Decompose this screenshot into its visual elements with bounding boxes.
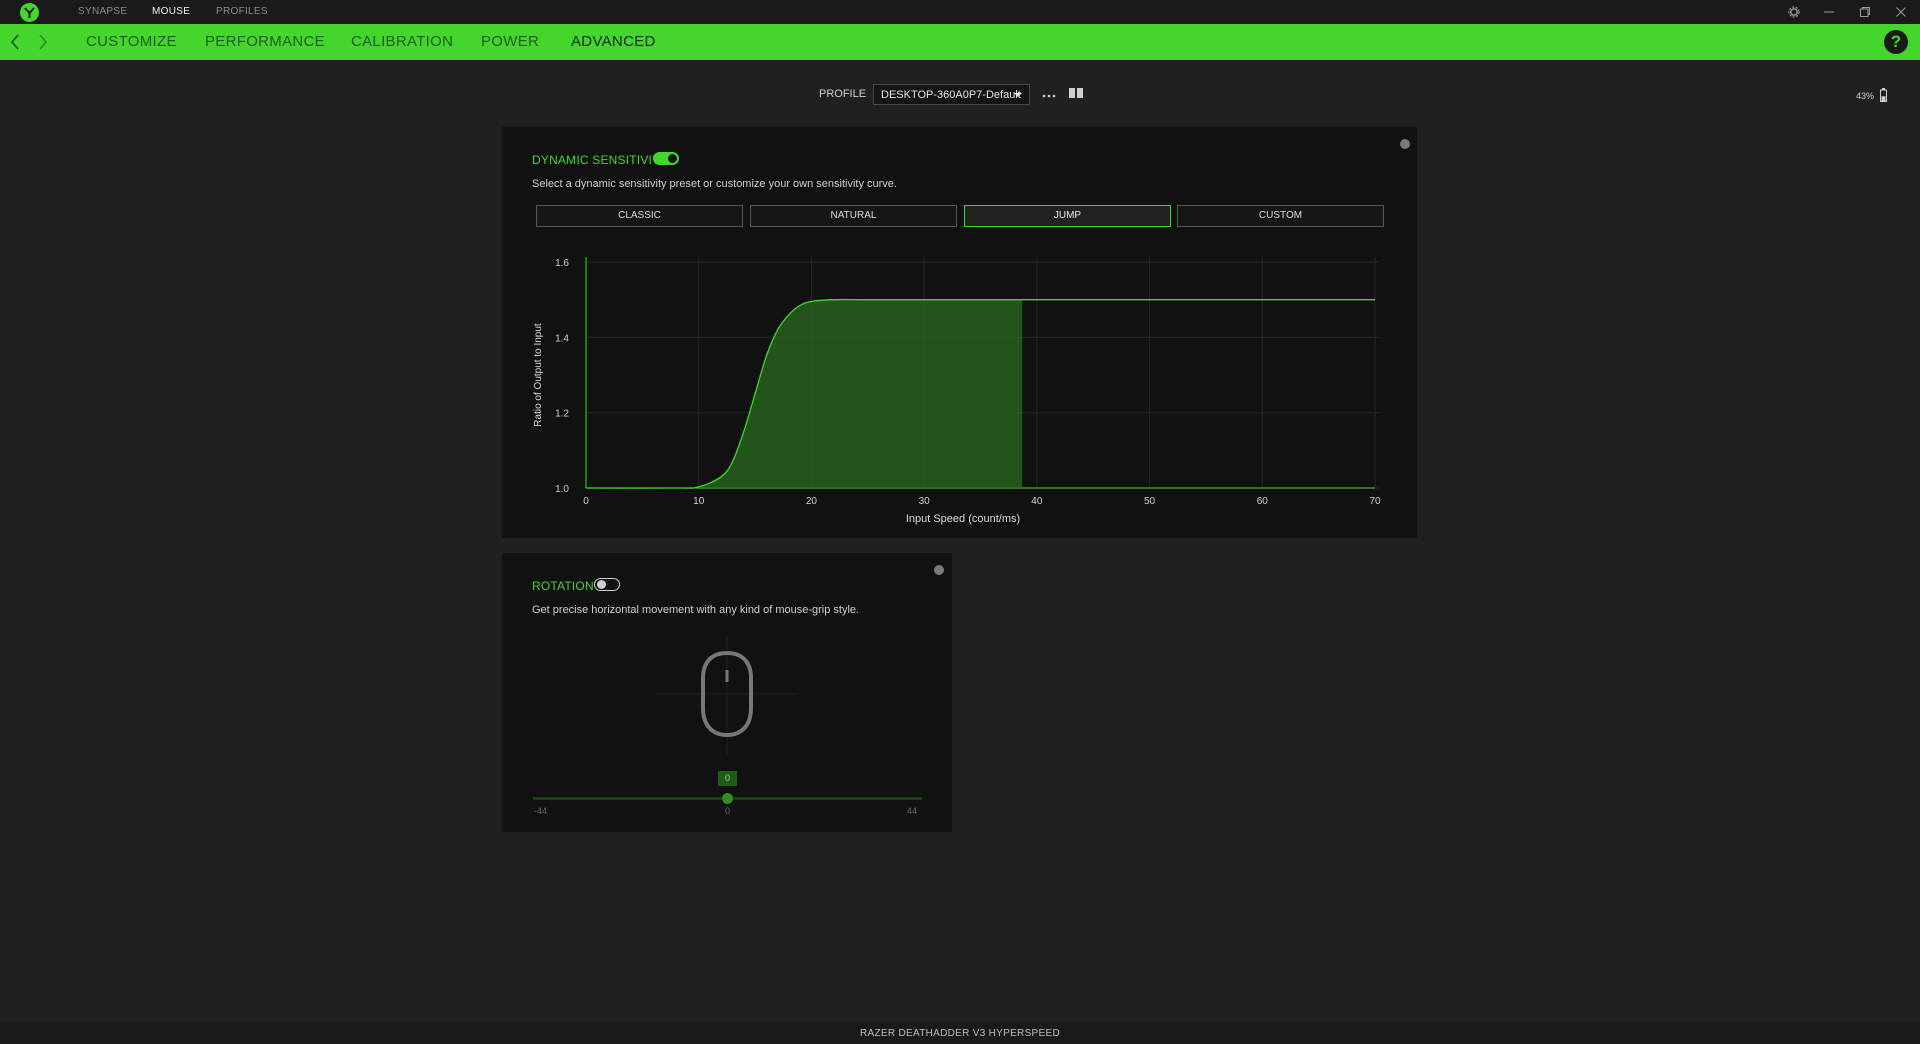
minimize-icon[interactable] <box>1820 3 1838 21</box>
preset-classic-button[interactable]: CLASSIC <box>536 205 743 227</box>
rotation-min-label: -44 <box>534 806 548 816</box>
help-icon[interactable]: ? <box>1884 30 1908 54</box>
close-icon[interactable] <box>1892 3 1910 21</box>
tab-power[interactable]: POWER <box>481 33 539 50</box>
rotation-value-badge: 0 <box>718 771 737 786</box>
sensitivity-curve-chart[interactable]: 0 10 20 30 40 50 60 70 1.0 1.2 1.4 1.6 Input Speed … <box>502 245 1402 530</box>
info-icon[interactable] <box>1400 139 1410 149</box>
nav-bar: CUSTOMIZE PERFORMANCE CALIBRATION POWER … <box>0 24 1920 60</box>
battery-icon <box>1880 88 1887 102</box>
tab-customize[interactable]: CUSTOMIZE <box>86 33 177 50</box>
profile-label: PROFILE <box>819 88 867 100</box>
profile-dropdown[interactable]: DESKTOP-360A0P7-Default <box>873 84 1030 105</box>
dynamic-sensitivity-title: DYNAMIC SENSITIVITY <box>532 153 668 167</box>
tab-profiles[interactable]: PROFILES <box>216 6 268 17</box>
x-tick-label: 40 <box>1031 496 1043 507</box>
info-icon[interactable] <box>934 565 944 575</box>
tab-calibration[interactable]: CALIBRATION <box>351 33 453 50</box>
x-tick-label: 30 <box>919 496 931 507</box>
status-bar: RAZER DEATHADDER V3 HYPERSPEED <box>0 1022 1920 1044</box>
rotation-mid-label: 0 <box>725 806 731 816</box>
more-options-icon[interactable] <box>1041 88 1057 98</box>
chevron-down-icon <box>1014 93 1022 97</box>
tab-mouse[interactable]: MOUSE <box>152 6 190 17</box>
curve-shaded-area <box>586 299 1023 488</box>
forward-arrow-icon[interactable] <box>34 32 54 52</box>
x-axis-label: Input Speed (count/ms) <box>906 513 1020 525</box>
rotation-description: Get precise horizontal movement with any… <box>532 604 860 616</box>
tab-performance[interactable]: PERFORMANCE <box>205 33 325 50</box>
tab-synapse[interactable]: SYNAPSE <box>78 6 127 17</box>
preset-jump-button[interactable]: JUMP <box>964 205 1171 227</box>
dynamic-sensitivity-description: Select a dynamic sensitivity preset or c… <box>532 178 897 190</box>
restore-icon[interactable] <box>1856 3 1874 21</box>
y-tick-label: 1.4 <box>555 333 569 344</box>
y-tick-label: 1.0 <box>555 484 569 495</box>
device-name: RAZER DEATHADDER V3 HYPERSPEED <box>860 1028 1060 1039</box>
rotation-toggle[interactable] <box>594 578 620 591</box>
mouse-outline-icon <box>656 635 798 755</box>
y-axis-label: Ratio of Output to Input <box>533 323 544 427</box>
battery-level-text: 43% <box>1856 91 1875 101</box>
back-arrow-icon[interactable] <box>6 32 26 52</box>
y-tick-label: 1.6 <box>555 258 569 269</box>
x-tick-label: 70 <box>1369 496 1381 507</box>
x-tick-label: 10 <box>693 496 705 507</box>
profile-selected-value: DESKTOP-360A0P7-Default <box>881 89 1021 101</box>
x-tick-label: 60 <box>1257 496 1269 507</box>
x-tick-label: 50 <box>1144 496 1156 507</box>
x-tick-label: 0 <box>583 496 589 507</box>
x-tick-label: 20 <box>806 496 818 507</box>
razer-logo-icon[interactable] <box>20 3 39 22</box>
preset-custom-button[interactable]: CUSTOM <box>1177 205 1384 227</box>
settings-gear-icon[interactable] <box>1785 3 1803 21</box>
dynamic-sensitivity-toggle[interactable] <box>653 152 679 165</box>
tab-advanced[interactable]: ADVANCED <box>571 33 656 50</box>
title-bar: SYNAPSE MOUSE PROFILES <box>0 0 1920 24</box>
rotation-max-label: 44 <box>907 806 918 816</box>
y-tick-label: 1.2 <box>555 409 569 420</box>
onboard-memory-book-icon[interactable] <box>1068 86 1084 100</box>
rotation-title: ROTATION <box>532 579 594 593</box>
rotation-slider-handle[interactable] <box>722 793 733 804</box>
preset-natural-button[interactable]: NATURAL <box>750 205 957 227</box>
